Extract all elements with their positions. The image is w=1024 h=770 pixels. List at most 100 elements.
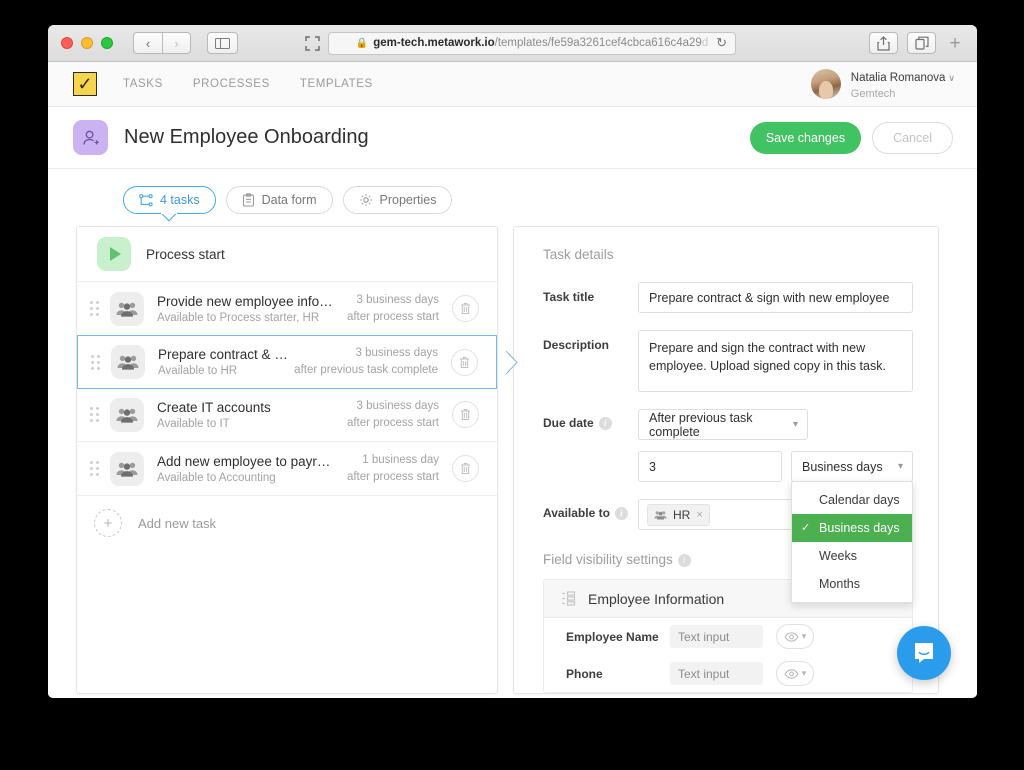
group-icon: [110, 291, 144, 326]
drag-handle-icon[interactable]: [90, 461, 99, 476]
reload-button[interactable]: ↻: [716, 35, 727, 51]
due-date-trigger-select[interactable]: After previous task complete ▾: [638, 409, 808, 440]
check-icon: ✓: [801, 522, 811, 534]
people-icon: [654, 510, 667, 519]
field-visibility-toggle[interactable]: ▾: [776, 624, 814, 649]
task-info: Prepare contract & sign wit… Available t…: [158, 347, 294, 377]
user-profile-menu[interactable]: Natalia Romanova ∨ Gemtech: [810, 68, 955, 100]
due-date-field-row: Due date i After previous task complete ▾: [543, 409, 913, 440]
table-row[interactable]: Create IT accounts Available to IT 3 bus…: [77, 388, 497, 442]
dropdown-option-business-days[interactable]: ✓ Business days: [792, 514, 912, 542]
task-availability: Available to Accounting: [157, 471, 276, 484]
tab-properties[interactable]: Properties: [342, 186, 453, 214]
forward-button[interactable]: ›: [162, 32, 191, 54]
gear-icon: [359, 194, 372, 206]
task-details-header: Task details: [543, 247, 614, 262]
info-icon[interactable]: i: [677, 553, 691, 567]
show-sidebar-button[interactable]: [207, 32, 238, 54]
due-duration-row: Business days ▾ Calendar days ✓ Business…: [638, 451, 913, 603]
task-due-amount: 3 business days: [355, 347, 438, 360]
tag-label: HR: [673, 507, 691, 522]
task-due: 1 business day after process start: [347, 452, 439, 485]
available-to-label-text: Available to: [543, 506, 610, 520]
tab-data-form[interactable]: Data form: [225, 186, 333, 214]
tab-properties-label: Properties: [379, 193, 437, 207]
delete-task-button[interactable]: [452, 295, 479, 322]
close-window-button[interactable]: [61, 37, 73, 49]
share-button[interactable]: [869, 32, 898, 54]
show-tabs-button[interactable]: [907, 32, 936, 54]
task-title-input[interactable]: [638, 282, 913, 313]
share-icon: [877, 35, 890, 51]
dropdown-option-months[interactable]: Months: [792, 570, 912, 598]
due-unit-dropdown-menu: Calendar days ✓ Business days Weeks Mont…: [791, 481, 913, 603]
form-field-input[interactable]: Text input: [670, 625, 763, 648]
main-columns: Process start Provide new employee info……: [48, 214, 977, 694]
cancel-button[interactable]: Cancel: [872, 121, 953, 154]
due-date-label-text: Due date: [543, 416, 594, 430]
chevron-down-icon: ▾: [801, 668, 807, 678]
dropdown-option-calendar-days[interactable]: Calendar days: [792, 486, 912, 514]
available-to-tag-hr[interactable]: HR ×: [647, 503, 710, 526]
flow-icon: [139, 193, 153, 206]
form-field-label: Employee Name: [566, 629, 659, 644]
browser-toolbar: ‹ › 🔒 gem-tech.metawork.io/templates/fe5…: [48, 25, 977, 62]
user-company: Gemtech: [850, 88, 896, 100]
user-info: Natalia Romanova ∨ Gemtech: [851, 68, 955, 100]
nav-item-templates[interactable]: TEMPLATES: [300, 78, 373, 90]
tab-data-form-label: Data form: [261, 193, 317, 207]
fullscreen-button[interactable]: [298, 32, 327, 54]
minimize-window-button[interactable]: [81, 37, 93, 49]
chat-launcher-button[interactable]: [897, 626, 951, 680]
task-title-label: Task title: [543, 290, 595, 304]
dropdown-option-weeks[interactable]: Weeks: [792, 542, 912, 570]
url-path: /templates/fe59a3261cef4cbca616c4a29: [494, 37, 702, 49]
table-row[interactable]: Add new employee to payr… Available to A…: [77, 442, 497, 496]
table-row[interactable]: Provide new employee info… Available to …: [77, 282, 497, 336]
task-due: 3 business days after previous task comp…: [294, 345, 438, 378]
chevron-down-icon: ▾: [792, 419, 798, 430]
table-row[interactable]: Prepare contract & sign wit… Available t…: [77, 335, 518, 389]
task-availability: Available to IT: [157, 417, 230, 430]
delete-task-button[interactable]: [452, 455, 479, 482]
due-unit-select[interactable]: Business days ▾: [791, 451, 913, 482]
field-visibility-toggle[interactable]: ▾: [776, 661, 814, 686]
page-header: New Employee Onboarding Save changes Can…: [48, 107, 977, 169]
new-tab-button[interactable]: +: [945, 34, 965, 53]
delete-task-button[interactable]: [452, 401, 479, 428]
info-icon[interactable]: i: [614, 506, 628, 520]
drag-handle-icon[interactable]: [90, 407, 99, 422]
eye-icon: [784, 631, 799, 642]
app-logo[interactable]: ✓: [73, 72, 97, 96]
description-textarea[interactable]: [638, 330, 913, 392]
form-field-input[interactable]: Text input: [670, 662, 763, 685]
task-list-panel: Process start Provide new employee info……: [76, 226, 518, 694]
chevron-right-icon: ›: [174, 35, 179, 51]
description-label: Description: [543, 338, 610, 352]
task-due-amount: 3 business days: [356, 399, 439, 412]
drag-handle-icon[interactable]: [91, 354, 100, 370]
task-availability: Available to HR: [158, 365, 238, 377]
nav-item-processes[interactable]: PROCESSES: [193, 78, 270, 90]
navigation-buttons: ‹ ›: [133, 32, 191, 54]
nav-item-tasks[interactable]: TASKS: [123, 78, 163, 90]
avatar: [810, 69, 841, 99]
remove-tag-icon[interactable]: ×: [696, 509, 702, 521]
delete-task-button[interactable]: [451, 348, 478, 376]
back-button[interactable]: ‹: [133, 32, 162, 54]
due-amount-input[interactable]: [638, 451, 782, 482]
url-truncated: d: [701, 37, 709, 49]
task-due-amount: 1 business day: [362, 453, 439, 466]
maximize-window-button[interactable]: [101, 37, 113, 49]
expand-icon: [305, 35, 320, 51]
add-new-task-button[interactable]: + Add new task: [77, 496, 497, 550]
address-bar[interactable]: 🔒 gem-tech.metawork.io/templates/fe59a32…: [328, 31, 736, 55]
save-changes-button[interactable]: Save changes: [749, 121, 862, 154]
tab-tasks[interactable]: 4 tasks: [123, 186, 216, 214]
drag-handle-icon[interactable]: [90, 301, 99, 316]
chevron-left-icon: ‹: [145, 35, 151, 51]
info-icon[interactable]: i: [598, 416, 612, 430]
add-person-icon: [82, 130, 99, 145]
onboarding-person-icon: [73, 120, 108, 155]
due-date-trigger-value: After previous task complete: [649, 410, 753, 439]
